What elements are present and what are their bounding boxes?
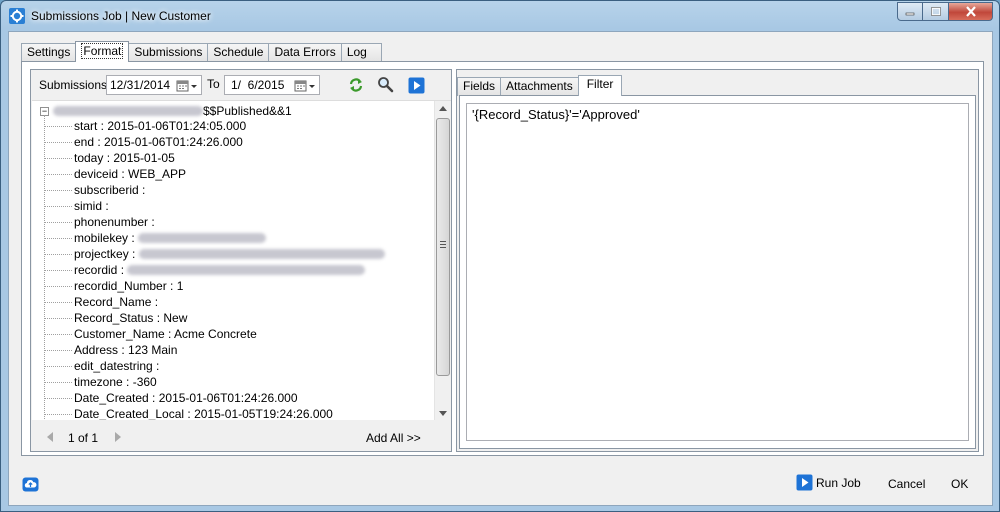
app-window: Submissions Job | New Customer Settings … <box>0 0 1000 512</box>
tree-item-date-created[interactable]: Date_Created : 2015-01-06T01:24:26.000 <box>44 390 298 406</box>
to-date-value: 1/ 6/2015 <box>231 78 285 92</box>
tree-item-today[interactable]: today : 2015-01-05 <box>44 150 175 166</box>
to-date-picker[interactable]: 1/ 6/2015 <box>224 75 320 95</box>
tree-item-customer-name[interactable]: Customer_Name : Acme Concrete <box>44 326 257 342</box>
tree-item-start[interactable]: start : 2015-01-06T01:24:05.000 <box>44 118 246 134</box>
filter-expression-editor[interactable]: '{Record_Status}'='Approved' <box>466 103 969 441</box>
redacted-text <box>138 233 267 243</box>
tab-log[interactable]: Log <box>340 43 382 62</box>
next-page-icon[interactable] <box>114 432 122 442</box>
from-date-value: 12/31/2014 <box>110 78 171 92</box>
submissions-filter-row: Submissions 12/31/2014 To 1/ 6/2015 <box>31 70 451 100</box>
submission-tree[interactable]: − $$Published&&1 start : 2015-01-06T01:2… <box>32 100 451 420</box>
run-job-button[interactable]: Run Job <box>796 474 861 491</box>
filter-expression: '{Record_Status}'='Approved' <box>472 107 640 122</box>
caption-buttons <box>897 2 993 21</box>
scroll-up-icon <box>439 106 447 111</box>
submissions-browser: Submissions 12/31/2014 To 1/ 6/2015 − $$… <box>30 69 452 452</box>
ok-button[interactable]: OK <box>951 477 968 491</box>
tree-item-address[interactable]: Address : 123 Main <box>44 342 177 358</box>
pager: 1 of 1 Add All >> <box>32 423 451 451</box>
tab-settings[interactable]: Settings <box>21 43 77 62</box>
tab-format[interactable]: Format <box>75 41 130 62</box>
tree-root-suffix: $$Published&&1 <box>203 104 292 118</box>
minimize-icon <box>905 12 915 15</box>
format-subtabs: Fields Attachments Filter <box>457 75 623 96</box>
scroll-thumb[interactable] <box>436 118 450 376</box>
tab-data-errors[interactable]: Data Errors <box>268 43 342 62</box>
tree-root-node[interactable]: − $$Published&&1 <box>40 103 292 119</box>
play-icon <box>796 474 813 491</box>
subtab-attachments[interactable]: Attachments <box>500 77 579 96</box>
tree-item-mobilekey[interactable]: mobilekey : <box>44 230 267 246</box>
to-label: To <box>207 77 220 91</box>
redacted-text <box>127 265 366 275</box>
tree-vertical-scrollbar[interactable] <box>434 101 451 420</box>
tree-item-date-created-local[interactable]: Date_Created_Local : 2015-01-05T19:24:26… <box>44 406 333 420</box>
prev-page-icon[interactable] <box>46 432 54 442</box>
tree-item-record-name[interactable]: Record_Name : <box>44 294 158 310</box>
redacted-text <box>53 106 203 116</box>
search-icon[interactable] <box>376 75 394 93</box>
scroll-down-icon <box>439 411 447 416</box>
title-bar[interactable]: Submissions Job | New Customer <box>1 1 999 31</box>
tree-item-simid[interactable]: simid : <box>44 198 109 214</box>
format-details-group: Fields Attachments Filter '{Record_Statu… <box>456 69 979 452</box>
tree-item-timezone[interactable]: timezone : -360 <box>44 374 157 390</box>
subtab-filter[interactable]: Filter <box>577 75 623 96</box>
play-icon[interactable] <box>407 76 425 94</box>
tree-item-subscriberid[interactable]: subscriberid : <box>44 182 145 198</box>
tab-schedule[interactable]: Schedule <box>207 43 270 62</box>
dialog-footer: Run Job Cancel OK <box>9 460 992 505</box>
tree-item-recordid[interactable]: recordid : <box>44 262 366 278</box>
window-title: Submissions Job | New Customer <box>31 9 211 23</box>
close-icon <box>965 6 976 17</box>
subtab-fields[interactable]: Fields <box>457 77 502 96</box>
tree-item-deviceid[interactable]: deviceid : WEB_APP <box>44 166 186 182</box>
cancel-button[interactable]: Cancel <box>888 477 925 491</box>
calendar-icon[interactable] <box>291 77 319 95</box>
tree-item-recordid-number[interactable]: recordid_Number : 1 <box>44 278 183 294</box>
gear-icon <box>9 8 25 24</box>
minimize-button[interactable] <box>897 2 923 21</box>
tree-item-record-status[interactable]: Record_Status : New <box>44 310 187 326</box>
from-date-picker[interactable]: 12/31/2014 <box>106 75 202 95</box>
format-tab-panel: Submissions 12/31/2014 To 1/ 6/2015 − $$… <box>21 61 984 456</box>
tree-item-edit-datestring[interactable]: edit_datestring : <box>44 358 159 374</box>
refresh-icon[interactable] <box>347 76 365 94</box>
tree-item-projectkey[interactable]: projectkey : <box>44 246 385 262</box>
tree-item-phonenumber[interactable]: phonenumber : <box>44 214 155 230</box>
calendar-icon[interactable] <box>173 77 201 95</box>
tab-submissions[interactable]: Submissions <box>128 43 209 62</box>
maximize-icon <box>930 7 941 16</box>
close-button[interactable] <box>949 2 993 21</box>
tree-item-end[interactable]: end : 2015-01-06T01:24:26.000 <box>44 134 243 150</box>
dialog-body: Settings Format Submissions Schedule Dat… <box>8 31 993 506</box>
maximize-button[interactable] <box>923 2 949 21</box>
submissions-label: Submissions <box>39 78 108 92</box>
cloud-upload-icon[interactable] <box>22 477 39 495</box>
main-tabs: Settings Format Submissions Schedule Dat… <box>21 41 382 62</box>
page-indicator: 1 of 1 <box>68 431 99 445</box>
add-all-button[interactable]: Add All >> <box>366 431 421 445</box>
run-job-label: Run Job <box>816 475 861 490</box>
filter-panel: '{Record_Status}'='Approved' <box>459 95 976 449</box>
redacted-text <box>138 249 385 259</box>
